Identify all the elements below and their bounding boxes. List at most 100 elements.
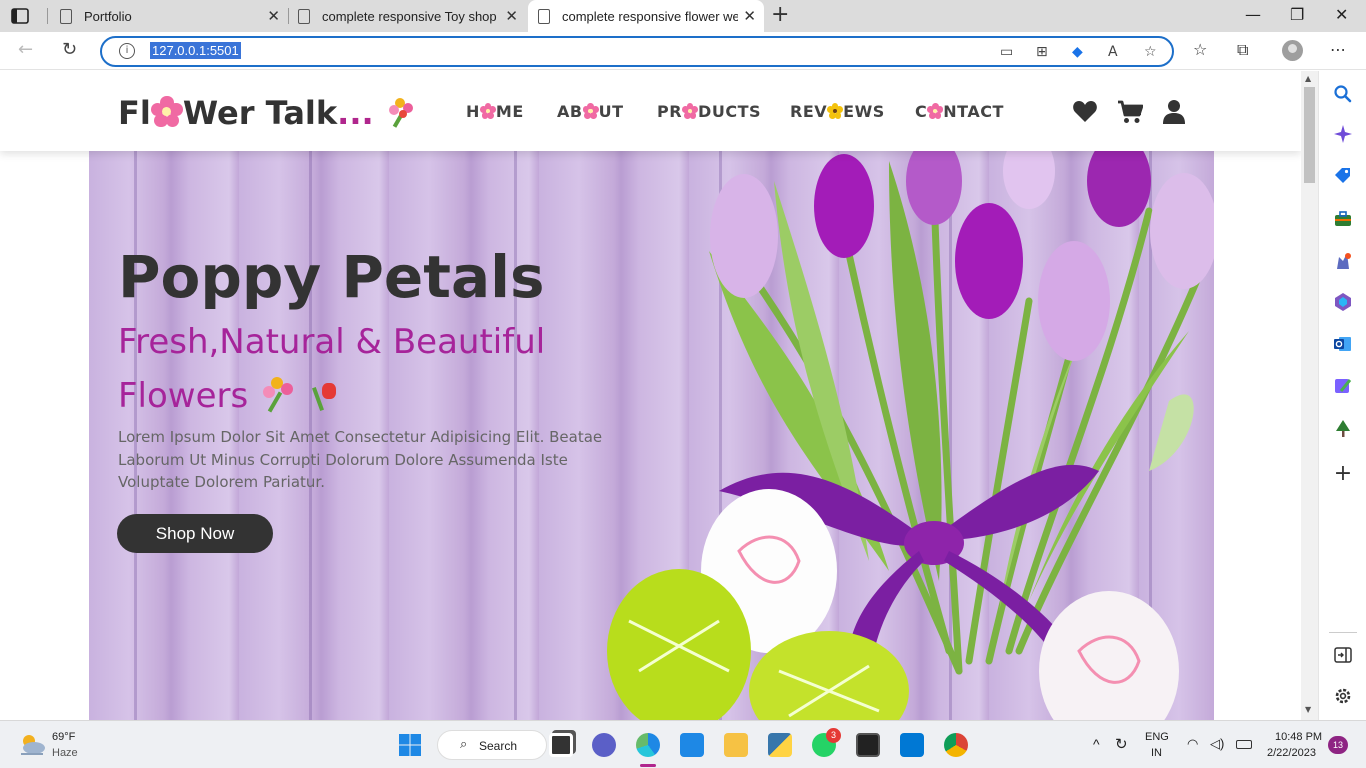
scroll-down-arrow[interactable]: ▼ <box>1305 705 1311 714</box>
hero-description: Lorem Ipsum Dolor Sit Amet Consectetur A… <box>118 428 603 491</box>
taskbar-search[interactable]: ⌕ Search <box>437 730 547 760</box>
site-logo[interactable]: Fl Wer Talk... <box>118 94 415 132</box>
nav-home-pre: H <box>466 102 480 121</box>
weather-haze-icon[interactable] <box>18 732 46 758</box>
close-icon[interactable]: ✕ <box>743 8 756 24</box>
edge-sidebar: + <box>1318 71 1366 720</box>
whatsapp-unread-badge: 3 <box>826 728 841 743</box>
tab-flower-website[interactable]: complete responsive flower webs ✕ <box>528 0 764 32</box>
tab-separator <box>47 8 48 24</box>
nav-products[interactable]: PR DUCTS <box>657 102 761 121</box>
nav-about-post: UT <box>598 102 624 121</box>
nav-contact[interactable]: C NTACT <box>915 102 1004 121</box>
user-icon[interactable] <box>1161 99 1187 125</box>
apps-icon[interactable]: ⊞ <box>1036 44 1048 60</box>
site-header: Fl Wer Talk... H ME AB UT PR DUCTS REV EWS CN… <box>0 71 1301 151</box>
page-icon <box>60 8 72 24</box>
taskbar-search-label: Search <box>479 739 518 753</box>
info-icon[interactable]: i <box>119 43 135 59</box>
chrome-icon[interactable] <box>944 733 968 757</box>
mail-icon[interactable] <box>680 733 704 757</box>
read-aloud-device-icon[interactable]: ▭ <box>1000 44 1013 60</box>
shopping-tag-icon[interactable] <box>1333 166 1353 186</box>
add-sidebar-app-icon[interactable]: + <box>1333 463 1353 485</box>
battery-icon[interactable] <box>1236 740 1252 749</box>
address-bar[interactable]: i 127.0.0.1:5501 ▭ ⊞ ◆ A ☆ <box>100 36 1174 67</box>
wilted-flower-icon <box>306 377 342 413</box>
nav-reviews-post: EWS <box>843 102 885 121</box>
settings-icon[interactable] <box>1333 686 1353 706</box>
weather-condition[interactable]: Haze <box>52 747 78 759</box>
search-icon: ⌕ <box>460 737 468 752</box>
flower-o-icon <box>682 102 699 119</box>
tools-briefcase-icon[interactable] <box>1333 209 1353 229</box>
minimize-button[interactable]: — <box>1245 6 1261 24</box>
sync-icon[interactable]: ↻ <box>1115 735 1128 753</box>
flower-o-icon <box>150 95 183 128</box>
tab-title: Portfolio <box>84 8 132 24</box>
tab-title: complete responsive Toy shop we <box>322 8 498 24</box>
file-explorer-icon[interactable] <box>724 733 748 757</box>
logo-text-start: Fl <box>118 94 151 132</box>
weather-temp[interactable]: 69°F <box>52 731 75 743</box>
close-window-button[interactable]: ✕ <box>1335 6 1348 24</box>
windows-taskbar: 69°F Haze ⌕ Search 3 ^ ↻ ENG IN ◠ ◁) 10:… <box>0 720 1366 768</box>
profile-avatar[interactable] <box>1282 40 1303 61</box>
show-hidden-icons-chevron[interactable]: ^ <box>1093 736 1100 752</box>
new-tab-button[interactable]: + <box>771 4 789 26</box>
tree-icon[interactable] <box>1333 419 1353 439</box>
language-region[interactable]: IN <box>1151 747 1162 759</box>
tab-portfolio[interactable]: Portfolio ✕ <box>52 0 288 32</box>
volume-icon[interactable]: ◁) <box>1210 736 1224 752</box>
favorites-icon[interactable]: ☆ <box>1193 41 1207 59</box>
nav-reviews[interactable]: REV EWS <box>790 102 885 121</box>
refresh-icon[interactable]: ↻ <box>62 40 77 60</box>
coupon-tag-icon[interactable]: ◆ <box>1072 44 1083 60</box>
scroll-up-arrow[interactable]: ▲ <box>1305 74 1311 83</box>
designer-icon[interactable] <box>1333 376 1353 396</box>
close-icon[interactable]: ✕ <box>267 8 280 24</box>
address-bar-row: ← ↻ i 127.0.0.1:5501 ▭ ⊞ ◆ A ☆ ☆ ⧉ ⋯ <box>0 32 1366 70</box>
microsoft-365-icon[interactable] <box>1333 292 1353 312</box>
workspaces-icon[interactable] <box>10 7 30 25</box>
copilot-icon[interactable] <box>1333 124 1353 144</box>
nav-products-pre: PR <box>657 102 683 121</box>
restore-button[interactable]: ❐ <box>1290 6 1304 24</box>
language-code[interactable]: ENG <box>1145 731 1169 743</box>
nav-home[interactable]: H ME <box>466 102 524 121</box>
scroll-thumb[interactable] <box>1304 87 1315 183</box>
python-icon[interactable] <box>768 733 792 757</box>
url-text[interactable]: 127.0.0.1:5501 <box>150 42 241 59</box>
back-icon[interactable]: ← <box>18 40 33 60</box>
outlook-icon[interactable] <box>1333 334 1353 354</box>
cart-icon[interactable] <box>1117 99 1143 125</box>
search-icon[interactable] <box>1333 84 1353 104</box>
page-icon <box>538 8 550 24</box>
add-favorite-icon[interactable]: ☆ <box>1144 44 1157 60</box>
hero-section: Poppy Petals Fresh,Natural & Beautiful F… <box>89 151 1214 720</box>
clock-time[interactable]: 10:48 PM <box>1275 731 1322 743</box>
tab-toy-shop[interactable]: complete responsive Toy shop we ✕ <box>290 0 526 32</box>
edge-browser-icon[interactable] <box>636 733 660 757</box>
task-view-icon[interactable] <box>549 733 573 757</box>
wifi-icon[interactable]: ◠ <box>1187 736 1198 752</box>
collections-icon[interactable]: ⧉ <box>1237 41 1248 59</box>
games-icon[interactable] <box>1333 251 1353 271</box>
shop-now-button[interactable]: Shop Now <box>117 514 273 553</box>
notification-count-badge[interactable]: 13 <box>1328 736 1348 754</box>
hide-sidebar-icon[interactable] <box>1333 645 1353 665</box>
vscode-icon[interactable] <box>900 733 924 757</box>
nav-about[interactable]: AB UT <box>557 102 623 121</box>
page-scrollbar[interactable]: ▲ ▼ <box>1301 71 1318 720</box>
teams-chat-icon[interactable] <box>592 733 616 757</box>
read-aloud-icon[interactable]: A <box>1108 44 1118 60</box>
browser-tab-strip: Portfolio ✕ complete responsive Toy shop… <box>0 0 1366 32</box>
nav-reviews-pre: REV <box>790 102 828 121</box>
terminal-icon[interactable] <box>856 733 880 757</box>
windows-start-icon[interactable] <box>398 733 422 757</box>
close-icon[interactable]: ✕ <box>505 8 518 24</box>
heart-icon[interactable] <box>1072 99 1098 125</box>
clock-date[interactable]: 2/22/2023 <box>1267 747 1316 759</box>
hero-title: Poppy Petals <box>118 243 545 311</box>
more-menu-icon[interactable]: ⋯ <box>1330 41 1346 59</box>
